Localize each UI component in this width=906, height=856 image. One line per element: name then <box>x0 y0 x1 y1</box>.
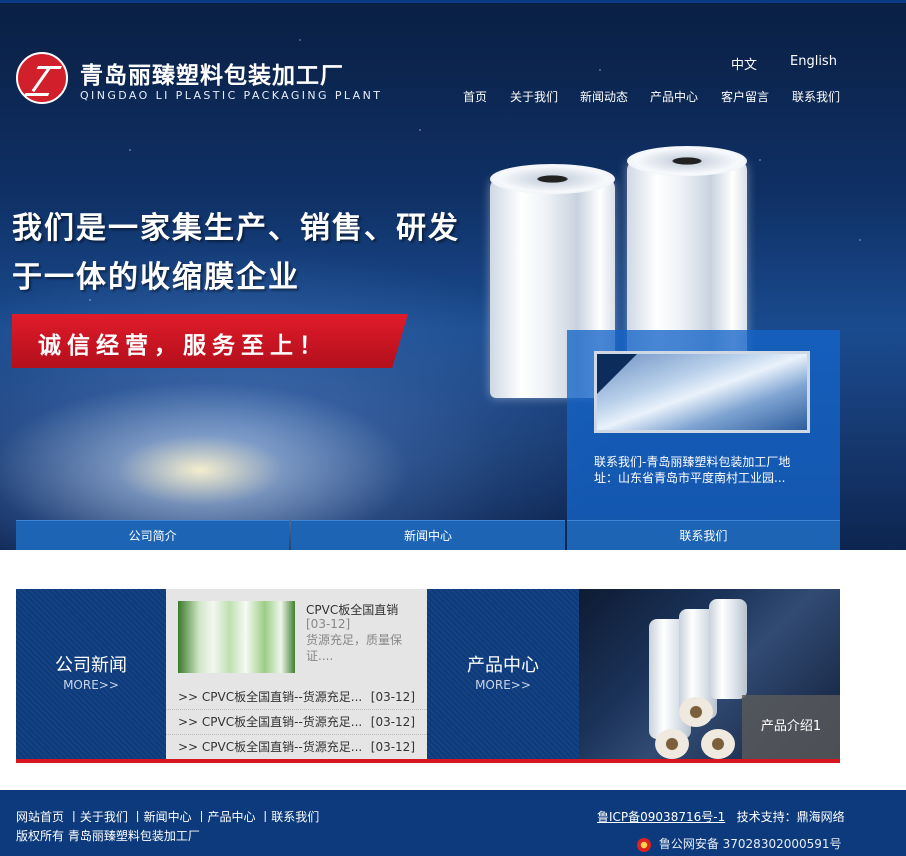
police-badge-icon <box>637 837 651 852</box>
news-item-date: [03-12] <box>370 715 415 729</box>
content-strip: 公司新闻 MORE>> CPVC板全国直销 [03-12] 货源充足，质量保证.… <box>16 589 840 763</box>
tab-contact[interactable]: 联系我们 <box>566 520 840 550</box>
product-center-more-link[interactable]: MORE>> <box>427 678 579 692</box>
news-featured-summary: 货源充足，质量保证.... <box>306 633 403 663</box>
company-news-more-link[interactable]: MORE>> <box>16 678 166 692</box>
lang-chinese-link[interactable]: 中文 <box>731 54 757 73</box>
news-featured-date: [03-12] <box>306 617 351 631</box>
nav-products[interactable]: 产品中心 <box>650 88 698 105</box>
company-news-title: 公司新闻 <box>55 655 127 676</box>
contact-panel[interactable]: 联系我们-青岛丽臻塑料包装加工厂地址：山东省青岛市平度南村工业园... <box>567 330 840 520</box>
tab-company-intro[interactable]: 公司简介 <box>16 520 290 550</box>
tab-news-center[interactable]: 新闻中心 <box>291 520 565 550</box>
nav-home[interactable]: 首页 <box>463 88 487 105</box>
product-center-block[interactable]: 产品中心 MORE>> <box>427 589 579 759</box>
product-intro-label[interactable]: 产品介绍1 <box>742 695 840 759</box>
footer-copyright: 版权所有 青岛丽臻塑料包装加工厂 <box>16 829 200 843</box>
motto-banner: 诚信经营，服务至上！ <box>12 314 408 368</box>
nav-contact[interactable]: 联系我们 <box>792 88 840 105</box>
section-divider <box>16 759 840 763</box>
news-item-title[interactable]: >> CPVC板全国直销--货源充足... <box>178 715 362 729</box>
nav-about[interactable]: 关于我们 <box>510 88 558 105</box>
news-item-date: [03-12] <box>370 690 415 704</box>
footer-links[interactable]: 网站首页 丨关于我们 丨新闻中心 丨产品中心 丨联系我们 <box>16 808 319 825</box>
news-list-item[interactable]: >> CPVC板全国直销--货源充足... [03-12] <box>166 710 427 735</box>
police-record-text[interactable]: 鲁公网安备 37028302000591号 <box>659 837 842 851</box>
contact-building-image <box>594 351 810 433</box>
hero-banner: 青岛丽臻塑料包装加工厂 QINGDAO LI PLASTIC PACKAGING… <box>0 0 906 550</box>
news-list: CPVC板全国直销 [03-12] 货源充足，质量保证.... >> CPVC板… <box>166 589 427 759</box>
product-center-title: 产品中心 <box>467 655 539 676</box>
news-item-title[interactable]: >> CPVC板全国直销--货源充足... <box>178 690 362 704</box>
site-footer: 网站首页 丨关于我们 丨新闻中心 丨产品中心 丨联系我们 版权所有 青岛丽臻塑料… <box>0 790 906 856</box>
news-item-title[interactable]: >> CPVC板全国直销--货源充足... <box>178 740 362 754</box>
brand-name-cn: 青岛丽臻塑料包装加工厂 <box>80 63 344 89</box>
news-list-item[interactable]: >> CPVC板全国直销--货源充足... [03-12] <box>166 685 427 710</box>
brand-name-en: QINGDAO LI PLASTIC PACKAGING PLANT <box>80 89 383 102</box>
hero-slogan-line-2: 于一体的收缩膜企业 <box>12 260 300 295</box>
police-record[interactable]: 鲁公网安备 37028302000591号 <box>637 835 842 852</box>
company-logo-icon[interactable] <box>16 52 68 104</box>
news-item-date: [03-12] <box>370 740 415 754</box>
nav-messages[interactable]: 客户留言 <box>721 88 769 105</box>
news-featured-title[interactable]: CPVC板全国直销 <box>306 601 398 618</box>
contact-panel-text[interactable]: 联系我们-青岛丽臻塑料包装加工厂地址：山东省青岛市平度南村工业园... <box>594 454 804 486</box>
company-news-block[interactable]: 公司新闻 MORE>> <box>16 589 166 759</box>
lang-english-link[interactable]: English <box>790 54 837 69</box>
news-list-item[interactable]: >> CPVC板全国直销--货源充足... [03-12] <box>166 735 427 760</box>
icp-link[interactable]: 鲁ICP备09038716号-1 <box>597 810 725 824</box>
footer-icp-info: 鲁ICP备09038716号-1 技术支持：鼎海网络 <box>597 808 845 825</box>
product-showcase-image[interactable]: 产品介绍1 <box>579 589 840 759</box>
nav-news[interactable]: 新闻动态 <box>580 88 628 105</box>
tech-support-text[interactable]: 技术支持：鼎海网络 <box>737 810 845 824</box>
hero-slogan-line-1: 我们是一家集生产、销售、研发 <box>12 211 460 246</box>
motto-text: 诚信经营，服务至上！ <box>38 333 328 359</box>
news-featured-image[interactable] <box>178 601 295 673</box>
quick-tabs: 公司简介 新闻中心 联系我们 <box>16 520 840 550</box>
